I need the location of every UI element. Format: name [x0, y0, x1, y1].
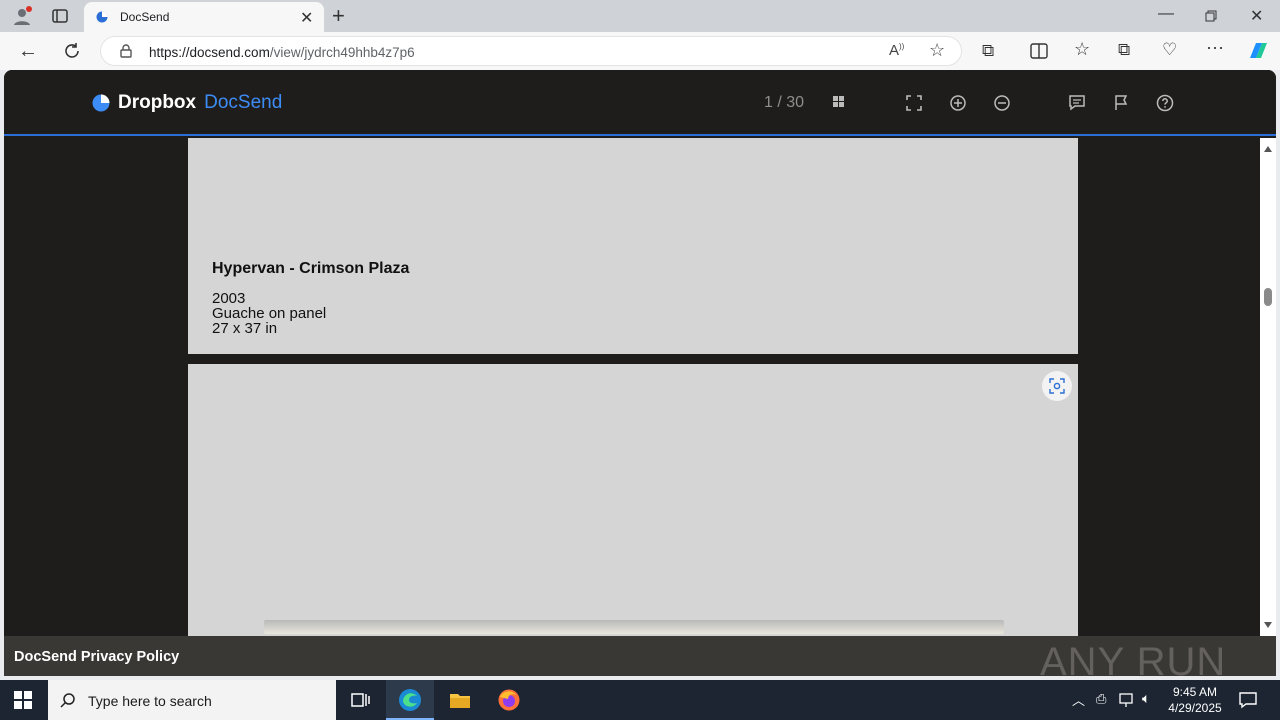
clock-time: 9:45 AM	[1172, 685, 1218, 699]
page-counter: 1 / 30	[764, 94, 805, 111]
scroll-up-arrow-icon[interactable]	[1264, 146, 1272, 152]
lock-icon[interactable]	[119, 44, 133, 58]
split-screen-icon[interactable]	[1030, 43, 1048, 59]
favorites-icon[interactable]: ☆	[1074, 39, 1090, 60]
show-hidden-icons-chevron-icon[interactable]: ︿	[1072, 690, 1085, 709]
logo-docsend-text: DocSend	[204, 92, 283, 113]
help-icon[interactable]	[1156, 94, 1174, 112]
collections-icon[interactable]: ⧉	[1118, 40, 1130, 60]
favorite-star-icon[interactable]: ☆	[929, 40, 945, 61]
browser-essentials-icon[interactable]: ♡	[1162, 40, 1177, 60]
refresh-icon[interactable]	[63, 42, 81, 60]
artwork-year: 2003	[212, 290, 246, 307]
windows-taskbar: Type here to search ︿ ⎙ 🔈︎ 9:45 AM 4/29/…	[0, 680, 1280, 720]
system-clock[interactable]: 9:45 AM 4/29/2025	[1166, 684, 1224, 716]
visual-search-button[interactable]	[1042, 371, 1072, 401]
dropbox-docsend-logo[interactable]: Dropbox DocSend	[92, 92, 282, 114]
docsend-footer: DocSend Privacy Policy ANY RUN	[4, 636, 1276, 676]
zoom-out-icon[interactable]	[993, 94, 1011, 112]
back-icon[interactable]: ←	[18, 40, 38, 63]
meet-now-icon[interactable]: ⎙	[1096, 691, 1106, 707]
docsend-header: Dropbox DocSend 1 / 30	[4, 70, 1276, 136]
fullscreen-icon[interactable]	[905, 94, 923, 112]
taskbar-search-box[interactable]: Type here to search	[48, 680, 336, 720]
windows-start-icon[interactable]	[14, 691, 32, 709]
artwork-details: 2003 Guache on panel 27 x 37 in	[212, 291, 326, 336]
scroll-down-arrow-icon[interactable]	[1264, 622, 1272, 628]
search-placeholder: Type here to search	[88, 693, 212, 709]
search-icon	[60, 693, 75, 708]
logo-dropbox-text: Dropbox	[118, 92, 197, 113]
document-viewer[interactable]: Hypervan - Crimson Plaza 2003 Guache on …	[4, 138, 1260, 644]
docsend-page: Dropbox DocSend 1 / 30 Hypervan - Crimso…	[4, 70, 1276, 676]
visual-search-icon	[1049, 378, 1065, 394]
privacy-policy-link[interactable]: DocSend Privacy Policy	[14, 649, 179, 665]
anyrun-watermark: ANY RUN	[1040, 640, 1227, 676]
browser-tab-bar: DocSend ✕ + — ✕	[0, 0, 1280, 32]
flag-icon[interactable]	[1112, 94, 1130, 112]
artwork-dimensions: 27 x 37 in	[212, 320, 278, 337]
close-window-icon[interactable]: ✕	[1250, 6, 1263, 26]
task-view-icon[interactable]	[348, 688, 372, 712]
artwork-title: Hypervan - Crimson Plaza	[212, 260, 410, 277]
zoom-in-icon[interactable]	[949, 94, 967, 112]
grid-view-icon[interactable]	[831, 94, 849, 112]
profile-icon[interactable]	[12, 6, 32, 26]
docsend-logo-icon	[92, 94, 110, 112]
docsend-favicon-icon	[96, 11, 108, 23]
minimize-icon[interactable]: —	[1158, 5, 1174, 23]
tab-title: DocSend	[120, 10, 170, 24]
tab-actions-icon[interactable]	[52, 8, 68, 24]
restore-icon[interactable]	[1205, 10, 1217, 22]
url-text: https://docsend.com/view/jydrch49hhb4z7p…	[149, 45, 415, 60]
volume-icon[interactable]: 🔈︎	[1142, 690, 1150, 707]
browser-toolbar: ← https://docsend.com/view/jydrch49hhb4z…	[0, 32, 1280, 70]
clock-date: 4/29/2025	[1168, 701, 1222, 715]
artwork-frame-edge	[264, 620, 1004, 634]
close-tab-icon[interactable]: ✕	[300, 8, 313, 28]
tab-docsend[interactable]: DocSend ✕	[84, 2, 324, 32]
file-explorer-icon[interactable]	[448, 688, 472, 712]
url-path: /view/jydrch49hhb4z7p6	[269, 45, 415, 60]
network-icon[interactable]	[1119, 692, 1135, 708]
comment-icon[interactable]	[1068, 94, 1086, 112]
slide-page-1: Hypervan - Crimson Plaza 2003 Guache on …	[188, 138, 1078, 354]
artwork-medium: Guache on panel	[212, 305, 327, 322]
copilot-icon[interactable]	[1246, 40, 1270, 62]
read-aloud-icon[interactable]: A))	[889, 42, 904, 59]
more-menu-icon[interactable]: ···	[1206, 37, 1224, 58]
firefox-icon[interactable]	[497, 688, 521, 712]
vertical-scrollbar[interactable]	[1260, 138, 1276, 636]
slide-page-2	[188, 364, 1078, 644]
url-host: https://docsend.com	[149, 45, 270, 60]
extensions-icon[interactable]: ⧉	[982, 41, 994, 61]
new-tab-icon[interactable]: +	[332, 3, 345, 29]
edge-browser-icon[interactable]	[398, 688, 422, 712]
notifications-icon[interactable]	[1239, 691, 1257, 709]
scrollbar-thumb[interactable]	[1264, 288, 1272, 306]
address-bar[interactable]: https://docsend.com/view/jydrch49hhb4z7p…	[100, 36, 962, 66]
